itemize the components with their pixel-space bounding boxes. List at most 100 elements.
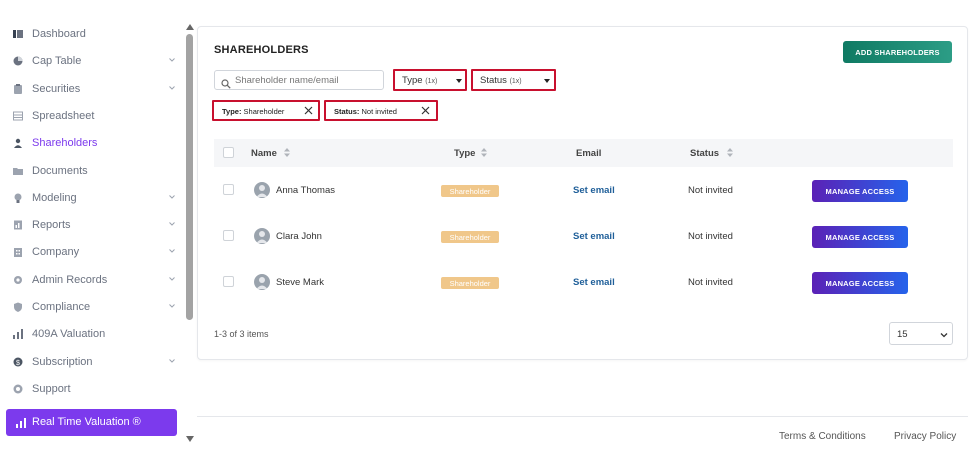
sidebar-item-reports[interactable]: Reports (0, 212, 186, 239)
type-badge: Shareholder (441, 231, 499, 243)
type-filter-label: Type (1x) (402, 75, 437, 86)
sidebar-item-409a-valuation[interactable]: 409A Valuation (0, 321, 186, 348)
sidebar-item-compliance[interactable]: Compliance (0, 294, 186, 321)
column-header-name[interactable]: Name (251, 148, 277, 159)
select-all-checkbox[interactable] (223, 147, 234, 158)
column-header-type[interactable]: Type (454, 148, 475, 159)
set-email-link[interactable]: Set email (573, 185, 615, 196)
sidebar-item-shareholders[interactable]: Shareholders (0, 130, 186, 157)
column-header-status[interactable]: Status (690, 148, 719, 159)
sidebar-item-label: Company (32, 246, 80, 259)
shareholder-name: Clara John (276, 231, 322, 242)
report-icon (13, 220, 23, 230)
avatar (254, 182, 270, 198)
table-header: Name Type Email Status (214, 139, 953, 167)
column-header-email: Email (576, 148, 602, 159)
status-filter-count: (1x) (509, 78, 522, 85)
chevron-down-icon (169, 249, 175, 254)
support-icon (13, 384, 23, 394)
chevron-down-icon (169, 222, 175, 226)
row-checkbox[interactable] (223, 230, 234, 241)
filter-chip-value: Shareholder (243, 107, 285, 116)
row-checkbox[interactable] (223, 184, 234, 195)
sidebar-item-modeling[interactable]: Modeling (0, 185, 186, 212)
filter-chip-type[interactable]: Type: Shareholder (212, 100, 320, 121)
filter-chip-key: Type: (222, 107, 242, 116)
chevron-down-icon (169, 304, 175, 308)
set-email-link[interactable]: Set email (573, 277, 615, 288)
status-filter-text: Status (480, 75, 507, 86)
status-filter-dropdown[interactable]: Status (1x) (471, 69, 556, 91)
table-row: Clara John Shareholder Set email Not invite… (214, 213, 953, 259)
table-row: Steve Mark Shareholder Set email Not invite… (214, 259, 953, 305)
avatar (254, 228, 270, 244)
sidebar-item-subscription[interactable]: $ Subscription (0, 349, 186, 376)
filter-chip-status[interactable]: Status: Not invited (324, 100, 438, 121)
sidebar-item-company[interactable]: Company (0, 239, 186, 266)
row-checkbox[interactable] (223, 276, 234, 287)
folder-icon (13, 166, 23, 176)
set-email-link[interactable]: Set email (573, 231, 615, 242)
sidebar-item-label: Shareholders (32, 137, 98, 150)
search-box (214, 70, 384, 90)
avatar (254, 274, 270, 290)
type-filter-count: (1x) (425, 78, 438, 85)
page-size-value: 15 (897, 329, 908, 340)
chevron-down-icon (169, 358, 175, 363)
sidebar-item-dashboard[interactable]: Dashboard (0, 21, 186, 48)
sidebar-item-label: Reports (32, 219, 71, 232)
valuation-icon (13, 329, 23, 340)
sidebar-item-label: Subscription (32, 355, 93, 368)
sort-icon[interactable] (727, 148, 733, 157)
shareholder-name: Steve Mark (276, 277, 325, 288)
type-filter-dropdown[interactable]: Type (1x) (393, 69, 467, 91)
terms-link[interactable]: Terms & Conditions (779, 431, 866, 442)
manage-access-button[interactable]: MANAGE ACCESS (812, 180, 908, 202)
chevron-down-icon (169, 58, 175, 63)
page-title: SHAREHOLDERS (214, 44, 309, 56)
sidebar-item-label: Securities (32, 82, 81, 95)
sidebar-item-admin-records[interactable]: Admin Records (0, 267, 186, 294)
sort-icon[interactable] (481, 148, 487, 157)
scroll-down-arrow-icon[interactable] (186, 436, 194, 442)
sidebar: Dashboard Cap Table Securities Spreadsheet S… (0, 0, 186, 453)
sidebar-item-spreadsheet[interactable]: Spreadsheet (0, 103, 186, 130)
building-icon (13, 247, 23, 258)
filter-chip-key: Status: (334, 107, 360, 116)
chevron-down-icon (169, 194, 175, 199)
scroll-up-arrow-icon[interactable] (186, 24, 194, 30)
sidebar-item-securities[interactable]: Securities (0, 76, 186, 103)
search-icon (221, 76, 231, 89)
sidebar-item-label: Admin Records (32, 273, 108, 286)
dashboard-icon (13, 29, 23, 39)
shareholders-card: SHAREHOLDERS ADD SHAREHOLDERS Type (1x) … (197, 26, 968, 360)
real-time-valuation-button[interactable]: Real Time Valuation ® (6, 409, 177, 436)
scrollbar-thumb[interactable] (186, 34, 193, 320)
sidebar-item-cap-table[interactable]: Cap Table (0, 48, 186, 75)
svg-text:$: $ (16, 360, 20, 367)
search-input[interactable] (235, 73, 380, 88)
close-icon[interactable] (304, 106, 313, 115)
sidebar-item-label: Dashboard (32, 28, 86, 40)
manage-access-button[interactable]: MANAGE ACCESS (812, 226, 908, 248)
sidebar-item-support[interactable]: Support (0, 376, 186, 403)
shield-icon (13, 302, 23, 312)
sort-icon[interactable] (284, 148, 290, 157)
spreadsheet-icon (13, 111, 23, 121)
add-shareholders-button[interactable]: ADD SHAREHOLDERS (843, 41, 952, 63)
chevron-down-icon (169, 85, 175, 90)
pagination-summary: 1-3 of 3 items (214, 329, 269, 339)
manage-access-button[interactable]: MANAGE ACCESS (812, 272, 908, 294)
privacy-link[interactable]: Privacy Policy (894, 431, 956, 442)
page-size-select[interactable]: 15 (889, 322, 953, 345)
status-text: Not invited (688, 277, 733, 288)
sidebar-item-documents[interactable]: Documents (0, 158, 186, 185)
table-row: Anna Thomas Shareholder Set email Not invit… (214, 167, 953, 213)
user-icon (13, 138, 23, 149)
close-icon[interactable] (421, 106, 430, 115)
sidebar-item-label: 409A Valuation (32, 328, 106, 341)
filter-chip-value: Not invited (361, 107, 397, 116)
sidebar-item-label: Documents (32, 164, 88, 177)
sidebar-item-label: Spreadsheet (32, 109, 95, 122)
clipboard-icon (13, 83, 23, 94)
